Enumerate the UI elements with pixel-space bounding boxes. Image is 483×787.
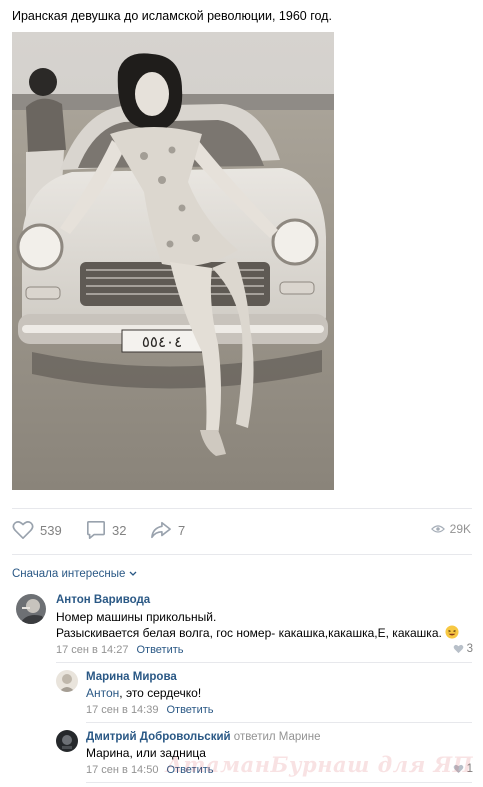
mention-link[interactable]: Антон (86, 686, 119, 700)
comment-text: Антон, это сердечко! (86, 685, 201, 701)
share-button[interactable]: 7 (150, 520, 185, 540)
avatar[interactable] (56, 670, 78, 692)
view-count: 29K (449, 522, 471, 536)
like-button[interactable]: 539 (12, 520, 62, 540)
comment-text-line: Разыскивается белая волга, гос номер- ка… (56, 626, 442, 640)
reply-button[interactable]: Ответить (166, 704, 213, 716)
eye-icon (430, 525, 445, 533)
comment-separator (86, 722, 472, 723)
share-icon (151, 521, 171, 539)
heart-icon (12, 521, 34, 539)
comment-meta: 17 сен в 14:39 Ответить (86, 704, 214, 716)
comments-sort-dropdown[interactable]: Сначала интересные (12, 568, 137, 580)
heart-icon (453, 644, 463, 654)
comments-separator (12, 554, 472, 555)
view-counter: 29K (430, 522, 471, 536)
comment-date[interactable]: 17 сен в 14:27 (56, 644, 128, 656)
comment-like-count: 3 (466, 643, 473, 655)
comment-separator (86, 782, 472, 783)
comment-separator (56, 662, 472, 663)
comment-author[interactable]: Антон Варивода (56, 594, 150, 606)
like-count: 539 (40, 522, 62, 538)
comment-count: 32 (112, 522, 127, 538)
avatar[interactable] (16, 594, 46, 624)
comment-text-line: Номер машины прикольный. (56, 610, 217, 624)
comment-date[interactable]: 17 сен в 14:39 (86, 704, 158, 716)
comment-icon (87, 521, 105, 539)
comment-text: Разыскивается белая волга, гос номер- ка… (56, 625, 459, 641)
comment-author-name[interactable]: Дмитрий Добровольский (86, 731, 231, 743)
comment-meta: 17 сен в 14:27 Ответить (56, 644, 184, 656)
license-plate-text: ٥٥٤٠٤ (142, 333, 182, 351)
avatar[interactable] (56, 730, 78, 752)
post-separator (12, 508, 472, 509)
comment-author[interactable]: Марина Мирова (86, 671, 177, 683)
post-text: Иранская девушка до исламской революции,… (12, 9, 332, 23)
comment-date[interactable]: 17 сен в 14:50 (86, 764, 158, 776)
chevron-down-icon (129, 571, 137, 576)
laughing-emoji-icon (445, 625, 459, 639)
comment-like-button[interactable]: 3 (453, 643, 473, 655)
reply-to-label[interactable]: ответил Марине (234, 731, 321, 743)
sort-label: Сначала интересные (12, 568, 126, 580)
comment-author[interactable]: Дмитрий Добровольский ответил Марине (86, 731, 320, 743)
watermark: АтаманБурнаш для ЯП (165, 752, 473, 777)
reply-button[interactable]: Ответить (136, 644, 183, 656)
share-count: 7 (178, 522, 186, 538)
comment-text-body: , это сердечко! (119, 686, 202, 700)
post-photo[interactable]: ٥٥٤٠٤ (12, 32, 334, 490)
comment-button[interactable]: 32 (86, 520, 126, 540)
